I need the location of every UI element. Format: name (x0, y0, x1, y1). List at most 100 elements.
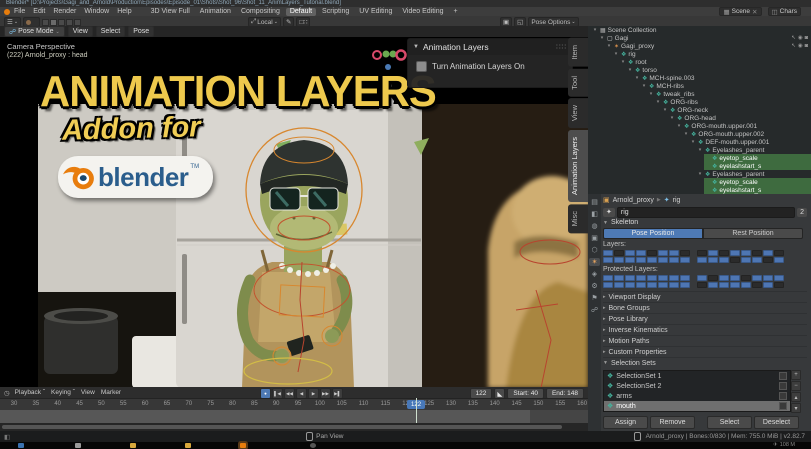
timeline-menu-keying[interactable]: Keying ˇ (51, 389, 75, 396)
renderlayer-selector[interactable]: ◫ Chars (768, 7, 802, 16)
visibility-icon[interactable]: ◉ (798, 43, 803, 49)
layer-cell[interactable] (636, 250, 646, 256)
expand-arrow-icon[interactable]: ▾ (655, 99, 661, 105)
skeleton-section-header[interactable]: ▼ Skeleton (603, 218, 807, 227)
expand-arrow-icon[interactable]: ▾ (641, 83, 647, 89)
protected-layer-cell[interactable] (719, 282, 729, 288)
timeline-menu-view[interactable]: View (81, 389, 95, 396)
expand-arrow-icon[interactable]: ▾ (599, 35, 605, 41)
layer-cell[interactable] (647, 250, 657, 256)
select-button[interactable]: Select (707, 416, 752, 429)
menu-window[interactable]: Window (80, 8, 113, 15)
section-viewport-display[interactable]: ▸Viewport Display (603, 291, 807, 302)
layout-tab-scripting[interactable]: Scripting (318, 8, 353, 16)
viewport-3d[interactable]: Camera Perspective (222) Arnold_proxy : … (0, 37, 588, 387)
scene-unlink-icon[interactable]: ✕ (752, 8, 757, 16)
properties-tab-6-icon[interactable]: ◈ (589, 270, 600, 278)
expand-arrow-icon[interactable]: ▾ (676, 123, 682, 129)
scene-selector[interactable]: ▦ Scene ✕ (719, 7, 761, 16)
playhead-line[interactable] (416, 398, 417, 423)
protected-layer-cell[interactable] (774, 275, 784, 281)
protected-layer-cell[interactable] (719, 275, 729, 281)
properties-tab-4-icon[interactable]: ⬡ (589, 246, 600, 254)
expand-arrow-icon[interactable]: ▾ (648, 91, 654, 97)
outliner-row-gagi[interactable]: ▾▢Gagi↖◉◙ (588, 34, 811, 42)
set-checkbox[interactable] (779, 402, 787, 410)
clock-icon[interactable]: ◷ (4, 389, 10, 397)
outliner-row-gagi-proxy[interactable]: ▾✶Gagi_proxy↖◉◙ (588, 42, 811, 50)
outliner-row-eyetop-scale[interactable]: ❖eyetop_scale (588, 178, 811, 186)
taskbar-app-icon[interactable] (18, 443, 24, 448)
selection-sets-header[interactable]: ▼ Selection Sets (603, 357, 807, 368)
layout-tab-video-editing[interactable]: Video Editing (398, 8, 447, 16)
outliner-row-eyelashstart-s[interactable]: ❖eyelashstart_s (588, 186, 811, 194)
layer-toggle-group[interactable] (42, 19, 81, 26)
protected-layer-cell[interactable] (636, 282, 646, 288)
outliner-row-tweak-ribs[interactable]: ▾❖tweak_ribs (588, 90, 811, 98)
outliner-row-org-neck[interactable]: ▾❖ORG-neck (588, 106, 811, 114)
properties-tab-5-icon[interactable]: ✶ (589, 258, 600, 266)
animation-layers-panel-header[interactable]: ▼ Animation Layers ∷∷ (408, 39, 572, 55)
layer-cell[interactable] (719, 250, 729, 256)
outliner-row-scene-collection[interactable]: ▾▦Scene Collection (588, 26, 811, 34)
expand-arrow-icon[interactable]: ▾ (613, 51, 619, 57)
layer-cell[interactable] (697, 257, 707, 263)
set-checkbox[interactable] (779, 372, 787, 380)
selectable-icon[interactable]: ↖ (791, 43, 796, 49)
taskbar-folder-icon[interactable] (185, 443, 191, 448)
protected-layer-cell[interactable] (669, 275, 679, 281)
outliner-row-eyetop-scale[interactable]: ❖eyetop_scale (588, 154, 811, 162)
view3d-menu-pose[interactable]: Pose (128, 26, 154, 37)
protected-layer-cell[interactable] (603, 275, 613, 281)
scrollbar-handle[interactable] (2, 425, 562, 429)
breadcrumb-object[interactable]: Arnold_proxy (613, 197, 654, 204)
render-visibility-icon[interactable]: ◙ (805, 35, 808, 41)
protected-layer-cell[interactable] (680, 282, 690, 288)
layout-tab-3d-view-full[interactable]: 3D View Full (147, 8, 194, 16)
sidebar-tab-animation-layers[interactable]: Animation Layers (568, 130, 588, 202)
datablock-name-field[interactable]: rig (617, 207, 795, 218)
outliner-row-org-head[interactable]: ▾❖ORG-head (588, 114, 811, 122)
sidebar-tab-tool[interactable]: Tool (568, 69, 588, 97)
layer-cell[interactable] (669, 257, 679, 263)
timeline-menu-playback[interactable]: Playback ˇ (15, 389, 45, 396)
timeline-scrollbar[interactable] (0, 423, 588, 431)
layer-cell[interactable] (636, 257, 646, 263)
taskbar-app-icon[interactable] (310, 443, 316, 448)
properties-tab-3-icon[interactable]: ▣ (589, 234, 600, 242)
rest-position-button[interactable]: Rest Position (703, 228, 803, 239)
selection-set-row-arms[interactable]: ❖arms (604, 391, 790, 401)
layer-cell[interactable] (603, 250, 613, 256)
protected-layer-cell[interactable] (658, 275, 668, 281)
timeline-menu-marker[interactable]: Marker (101, 389, 121, 396)
properties-tab-0-icon[interactable]: ▤ (589, 198, 600, 206)
protected-layer-cell[interactable] (741, 282, 751, 288)
collapse-triangle-icon[interactable]: ▼ (413, 44, 419, 50)
outliner-row-eyelashes-parent[interactable]: ▾❖Eyelashes_parent (588, 170, 811, 178)
layer-cell[interactable] (719, 257, 729, 263)
assign-button[interactable]: Assign (603, 416, 648, 429)
expand-arrow-icon[interactable]: ▾ (669, 115, 675, 121)
layer-cell[interactable] (625, 250, 635, 256)
layer-cell[interactable] (741, 250, 751, 256)
expand-arrow-icon[interactable]: ▾ (690, 139, 696, 145)
layer-cell[interactable] (752, 257, 762, 263)
layer-cell[interactable] (647, 257, 657, 263)
outliner-row-org-mouth-upper-001[interactable]: ▾❖ORG-mouth.upper.001 (588, 122, 811, 130)
layer-cell[interactable] (658, 257, 668, 263)
protected-layer-cell[interactable] (625, 275, 635, 281)
move-set-up-button[interactable]: ▴ (791, 392, 801, 402)
panel-grip-icon[interactable]: ∷∷ (556, 43, 567, 51)
protected-layer-cell[interactable] (658, 282, 668, 288)
layout-tab-default[interactable]: Default (286, 8, 316, 16)
visibility-icon[interactable]: ◉ (798, 35, 803, 41)
layer-cell[interactable] (774, 250, 784, 256)
outliner-row-mch-spine-003[interactable]: ▾❖MCH-spine.003 (588, 74, 811, 82)
outliner-row-def-mouth-upper-001[interactable]: ▾❖DEF-mouth.upper.001 (588, 138, 811, 146)
protected-layer-cell[interactable] (774, 282, 784, 288)
section-inverse-kinematics[interactable]: ▸Inverse Kinematics (603, 324, 807, 335)
protected-layer-cell[interactable] (697, 282, 707, 288)
selection-set-row-mouth[interactable]: ❖mouth (604, 401, 790, 411)
layer-cell[interactable] (658, 250, 668, 256)
outliner-row-torso[interactable]: ▾❖torso (588, 66, 811, 74)
